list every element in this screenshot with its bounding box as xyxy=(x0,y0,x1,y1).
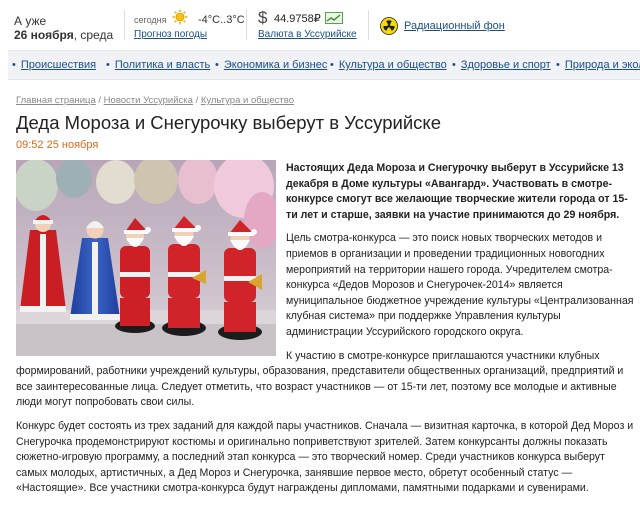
breadcrumb-news[interactable]: Новости Уссурийска xyxy=(104,95,193,106)
nav-item-nature[interactable]: •Природа и эколо xyxy=(556,59,640,71)
nav-item-label[interactable]: Политика и власть xyxy=(115,59,210,71)
nav-item-incidents[interactable]: • Происшествия xyxy=(12,59,96,71)
article-time: 09:52 xyxy=(16,139,44,151)
article-date: 09:52 25 ноября xyxy=(16,139,98,151)
divider xyxy=(368,10,369,40)
divider xyxy=(246,10,247,40)
top-info-bar: А уже 26 ноября, среда сегодня -4°C..3°C… xyxy=(0,0,640,46)
nav-item-health[interactable]: • Здоровье и спорт xyxy=(452,59,551,71)
breadcrumb-separator: / xyxy=(95,95,104,106)
weather-label: сегодня xyxy=(134,15,167,25)
nav-item-label[interactable]: Культура и общество xyxy=(339,59,447,71)
currency-value: 44.9758₽ xyxy=(274,13,321,25)
breadcrumb-separator: / xyxy=(192,95,201,106)
nav-item-label[interactable]: Здоровье и спорт xyxy=(461,59,551,71)
nav-item-culture[interactable]: • Культура и общество xyxy=(330,59,447,71)
weekday: , среда xyxy=(73,28,114,42)
currency-symbol: $ xyxy=(258,8,268,27)
weather-forecast-link[interactable]: Прогноз погоды xyxy=(134,29,207,40)
article-body: Настоящих Деда Мороза и Снегурочку выбер… xyxy=(16,161,636,505)
nav-item-politics[interactable]: • Политика и власть xyxy=(106,59,210,71)
breadcrumb-culture[interactable]: Культура и общество xyxy=(201,95,294,106)
category-nav: • Происшествия • Политика и власть • Эконом… xyxy=(8,50,640,80)
date-label: А уже xyxy=(14,14,47,28)
weather-temperature: -4°C..3°C xyxy=(198,14,245,26)
breadcrumb-home[interactable]: Главная страница xyxy=(16,95,96,106)
article-paragraph: Конкурс будет состоять из трех заданий д… xyxy=(16,419,634,495)
nav-item-economy[interactable]: • Экономика и бизнес xyxy=(215,59,327,71)
radiation-link[interactable]: Радиационный фон xyxy=(404,20,505,32)
nav-item-label[interactable]: Происшествия xyxy=(21,59,96,71)
nav-item-label[interactable]: Экономика и бизнес xyxy=(224,59,327,71)
nav-item-label[interactable]: Природа и эколо xyxy=(565,59,640,71)
radiation-icon xyxy=(380,17,398,35)
date-value: 26 ноября xyxy=(14,28,74,42)
currency-link[interactable]: Валюта в Уссурийске xyxy=(258,29,357,40)
photo-spacer xyxy=(16,161,286,362)
current-date: 26 ноября, среда xyxy=(14,28,113,42)
chart-up-icon xyxy=(325,12,343,24)
breadcrumb: Главная страница / Новости Уссурийска / … xyxy=(16,95,294,106)
sun-icon xyxy=(172,9,188,25)
article-day: 25 ноября xyxy=(46,139,99,151)
article-title: Деда Мороза и Снегурочку выберут в Уссур… xyxy=(16,112,442,133)
divider xyxy=(124,10,125,40)
